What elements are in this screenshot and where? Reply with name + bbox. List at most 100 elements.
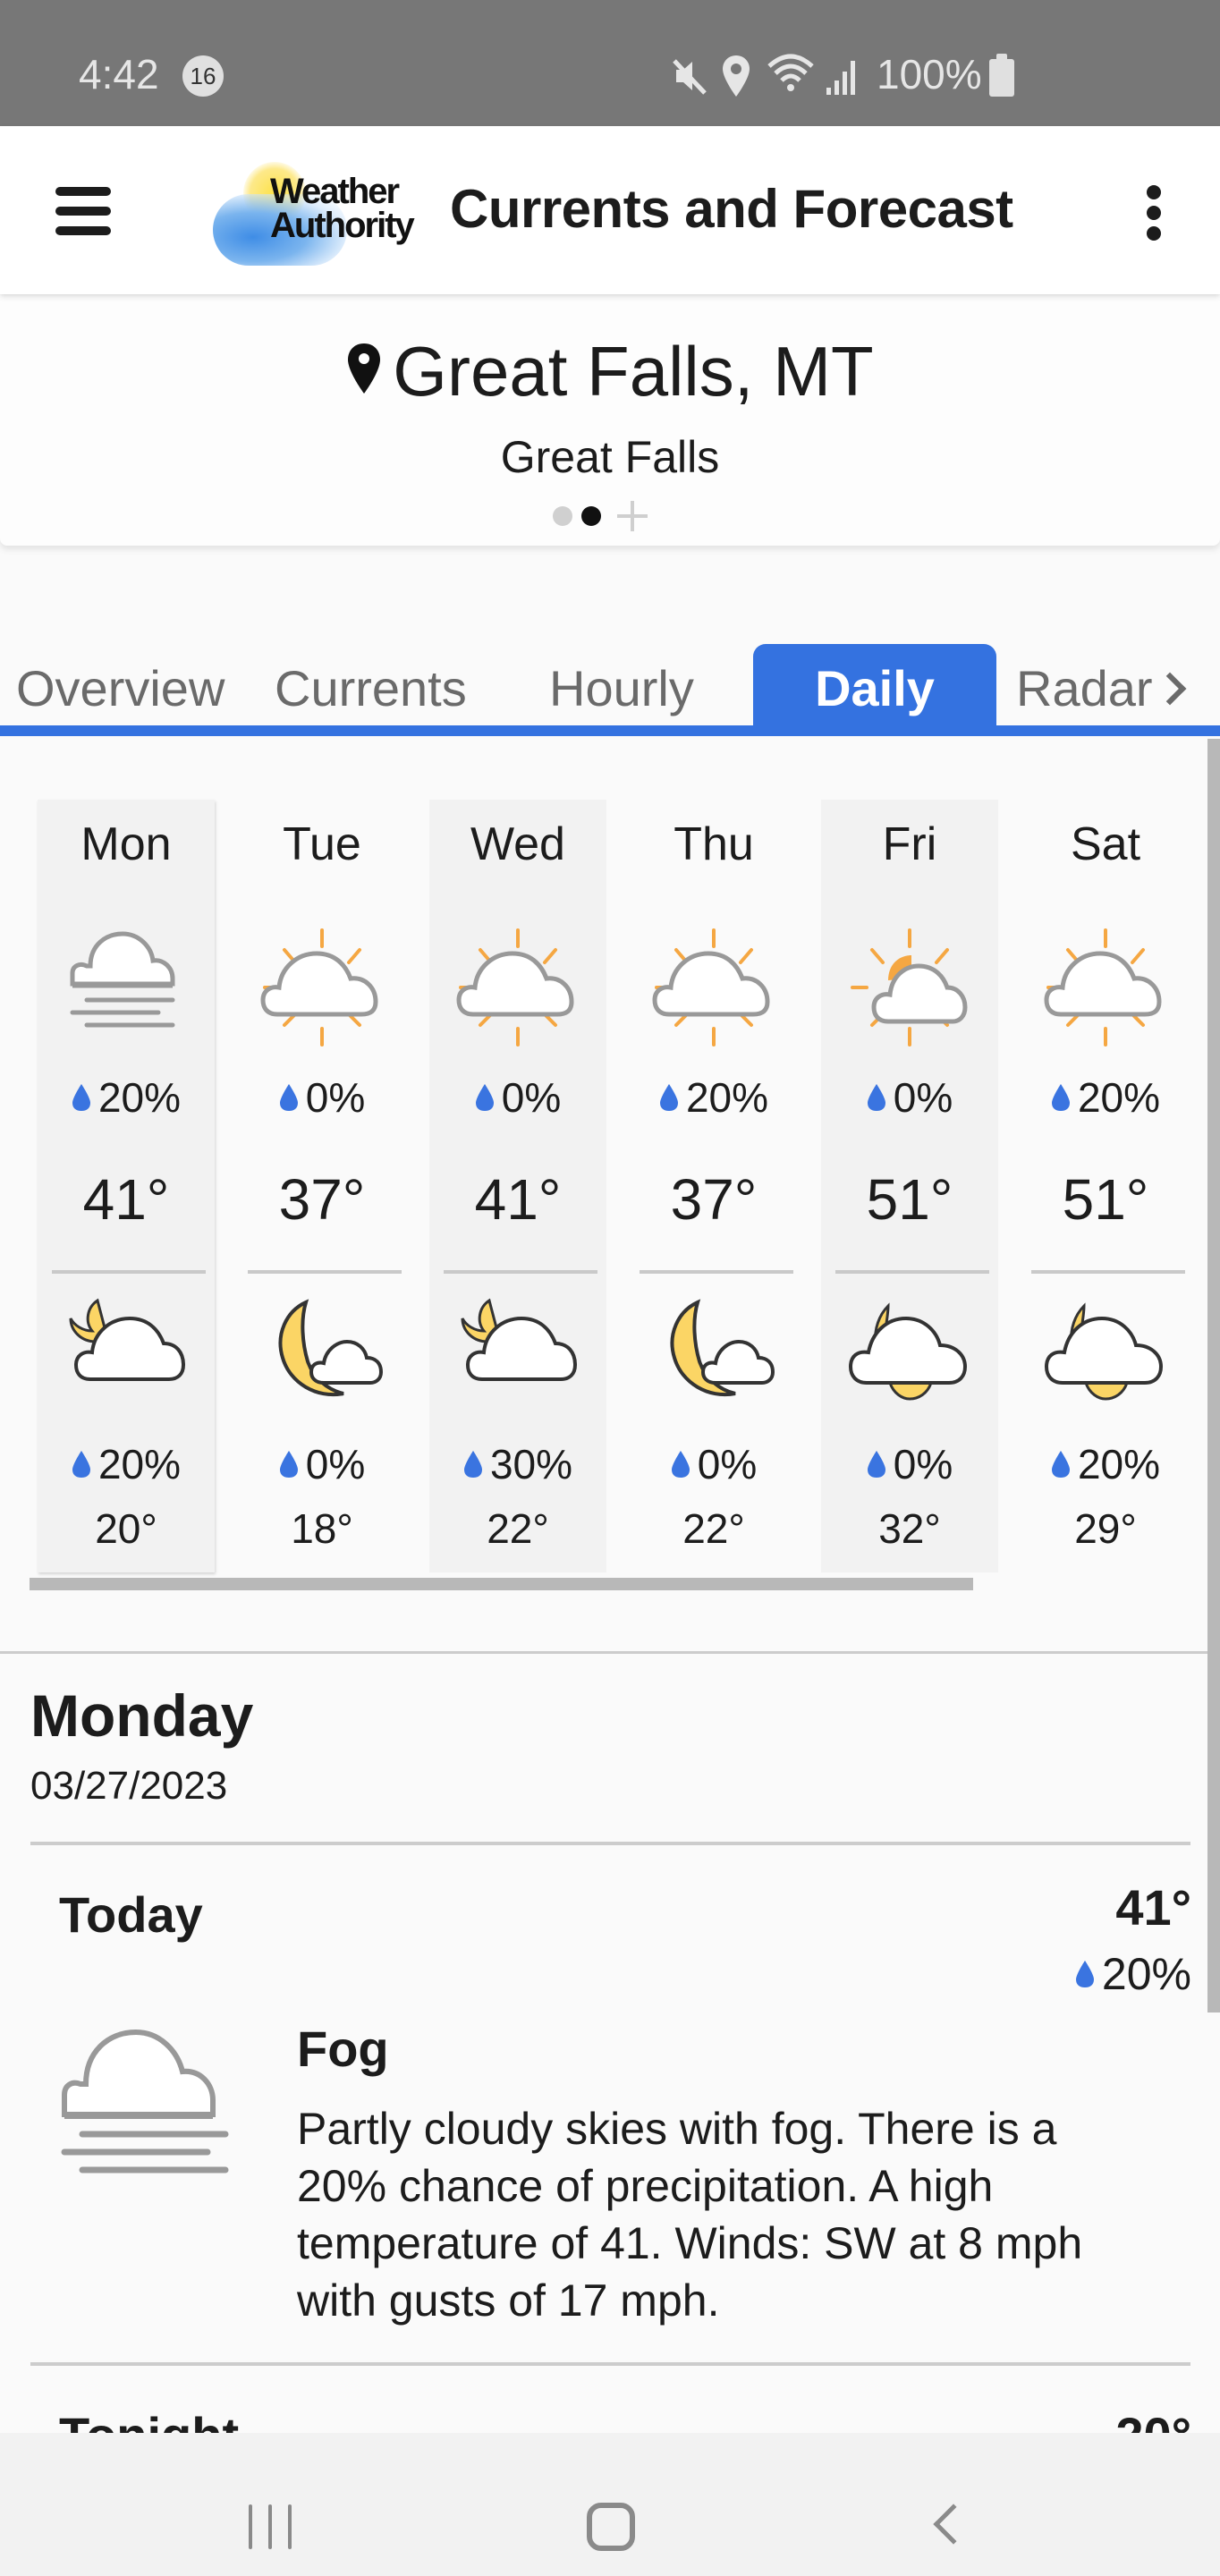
night-precip: 30%	[429, 1440, 606, 1488]
low-temp: 20°	[95, 1505, 157, 1552]
day-precip-value: 0%	[305, 1074, 366, 1121]
day-column[interactable]: Mon 20% 41° 20% 20°	[38, 800, 215, 1572]
night-precip-value: 30%	[489, 1441, 573, 1487]
day-precip: 0%	[821, 1073, 998, 1122]
tab-bar: Overview Currents Hourly Daily Radar	[0, 617, 1220, 733]
day-column[interactable]: Thu 20% 37° 0% 22°	[625, 800, 802, 1572]
day-precip: 0%	[233, 1073, 411, 1122]
raindrop-icon	[1051, 1450, 1070, 1478]
location-pager	[553, 501, 648, 531]
period-label-today: Today	[59, 1886, 203, 1943]
raindrop-icon	[867, 1083, 885, 1111]
chevron-right-icon[interactable]	[1153, 672, 1186, 706]
tab-hourly[interactable]: Hourly	[549, 644, 694, 733]
raindrop-icon	[659, 1083, 678, 1111]
raindrop-icon	[475, 1083, 494, 1111]
tab-overview[interactable]: Overview	[16, 644, 225, 733]
partly-cloudy-night-icon	[461, 1298, 578, 1381]
day-column[interactable]: Tue 0% 37° 0% 18°	[233, 800, 411, 1572]
location-subtitle: Great Falls	[500, 432, 720, 482]
fog-icon	[70, 931, 175, 1028]
location-icon	[723, 55, 750, 97]
more-vertical-icon[interactable]	[1145, 185, 1163, 241]
day-name: Fri	[882, 818, 937, 870]
tab-radar-label: Radar	[1016, 660, 1153, 716]
page-scrollbar[interactable]	[1207, 739, 1220, 2012]
day-precip-value: 0%	[501, 1074, 562, 1121]
home-icon[interactable]	[587, 2503, 635, 2551]
recents-icon[interactable]	[249, 2504, 293, 2549]
night-precip-value: 20%	[97, 1441, 182, 1487]
low-temp: 32°	[878, 1505, 941, 1552]
day-name: Mon	[80, 818, 172, 870]
detail-day-name: Monday	[30, 1682, 254, 1749]
day-night-divider	[248, 1270, 402, 1274]
status-bar: 4:42 16 100%	[0, 0, 1220, 126]
day-precip: 20%	[38, 1073, 215, 1122]
notification-count-badge: 16	[182, 55, 224, 97]
night-precip-value: 20%	[1077, 1441, 1161, 1487]
night-precip: 0%	[625, 1440, 802, 1488]
low-temp: 29°	[1074, 1505, 1137, 1552]
horizontal-scrollbar[interactable]	[30, 1578, 973, 1590]
tab-currents[interactable]: Currents	[275, 644, 467, 733]
night-precip: 20%	[1017, 1440, 1194, 1488]
location-card[interactable]: Great Falls, MT Great Falls	[0, 295, 1220, 546]
day-column[interactable]: Sat 20% 51° 20% 29°	[1017, 800, 1194, 1572]
condition-title: Fog	[297, 2021, 389, 2077]
night-precip: 0%	[821, 1440, 998, 1488]
day-precip-value: 20%	[97, 1074, 182, 1121]
logo-line2: Authority	[270, 206, 415, 245]
battery-icon	[989, 54, 1014, 97]
high-temp: 41°	[82, 1167, 170, 1232]
high-temp: 41°	[474, 1167, 562, 1232]
day-precip: 20%	[1017, 1073, 1194, 1122]
raindrop-icon	[671, 1450, 690, 1478]
day-night-divider	[52, 1270, 206, 1274]
status-time: 4:42	[79, 51, 159, 97]
day-column[interactable]: Wed 0% 41° 30% 22°	[429, 800, 606, 1572]
day-night-divider	[835, 1270, 989, 1274]
night-precip: 0%	[233, 1440, 411, 1488]
high-temp: 51°	[1062, 1167, 1149, 1232]
night-precip-value: 0%	[305, 1441, 366, 1487]
high-temp: 37°	[278, 1167, 366, 1232]
low-temp: 18°	[291, 1505, 353, 1552]
tab-daily[interactable]: Daily	[753, 644, 996, 733]
logo-line1: Weather	[270, 172, 400, 211]
night-precip-value: 0%	[893, 1441, 953, 1487]
location-pin-icon	[348, 343, 381, 394]
partly-cloudy-night-icon	[69, 1298, 186, 1381]
raindrop-icon	[1051, 1083, 1070, 1111]
day-night-divider	[1031, 1270, 1185, 1274]
add-location-icon[interactable]	[617, 501, 648, 531]
hamburger-menu-icon[interactable]	[55, 182, 111, 239]
day-name: Wed	[470, 818, 565, 870]
back-icon[interactable]	[933, 2504, 974, 2545]
mostly-cloudy-night-icon	[1044, 1302, 1164, 1401]
daily-forecast-strip[interactable]: Mon 20% 41° 20% 20° Tue 0% 37° 0% 18° Wed 0% 41° 30% 2…	[0, 739, 1199, 1597]
mostly-clear-night-icon	[670, 1299, 775, 1397]
day-precip-value: 20%	[685, 1074, 769, 1121]
raindrop-icon	[867, 1450, 885, 1478]
pager-dot-2[interactable]	[581, 506, 601, 526]
period-precip-today: 20%	[1075, 1948, 1191, 2000]
battery-percent: 100%	[877, 51, 982, 97]
day-precip-value: 20%	[1077, 1074, 1161, 1121]
partly-sunny-icon	[652, 928, 770, 1046]
day-night-divider	[444, 1270, 597, 1274]
tab-radar[interactable]: Radar	[1016, 644, 1186, 733]
high-temp: 37°	[670, 1167, 758, 1232]
raindrop-icon	[72, 1083, 90, 1111]
raindrop-icon	[1075, 1960, 1094, 1987]
night-precip: 20%	[38, 1440, 215, 1488]
low-temp: 22°	[682, 1505, 745, 1552]
night-precip-value: 0%	[697, 1441, 758, 1487]
partly-sunny-icon	[260, 928, 378, 1046]
pager-dot-1[interactable]	[553, 506, 572, 526]
fog-icon	[61, 2029, 229, 2174]
day-name: Tue	[283, 818, 361, 870]
raindrop-icon	[463, 1450, 482, 1478]
low-temp: 22°	[487, 1505, 549, 1552]
day-column[interactable]: Fri 0% 51° 0% 32°	[821, 800, 998, 1572]
